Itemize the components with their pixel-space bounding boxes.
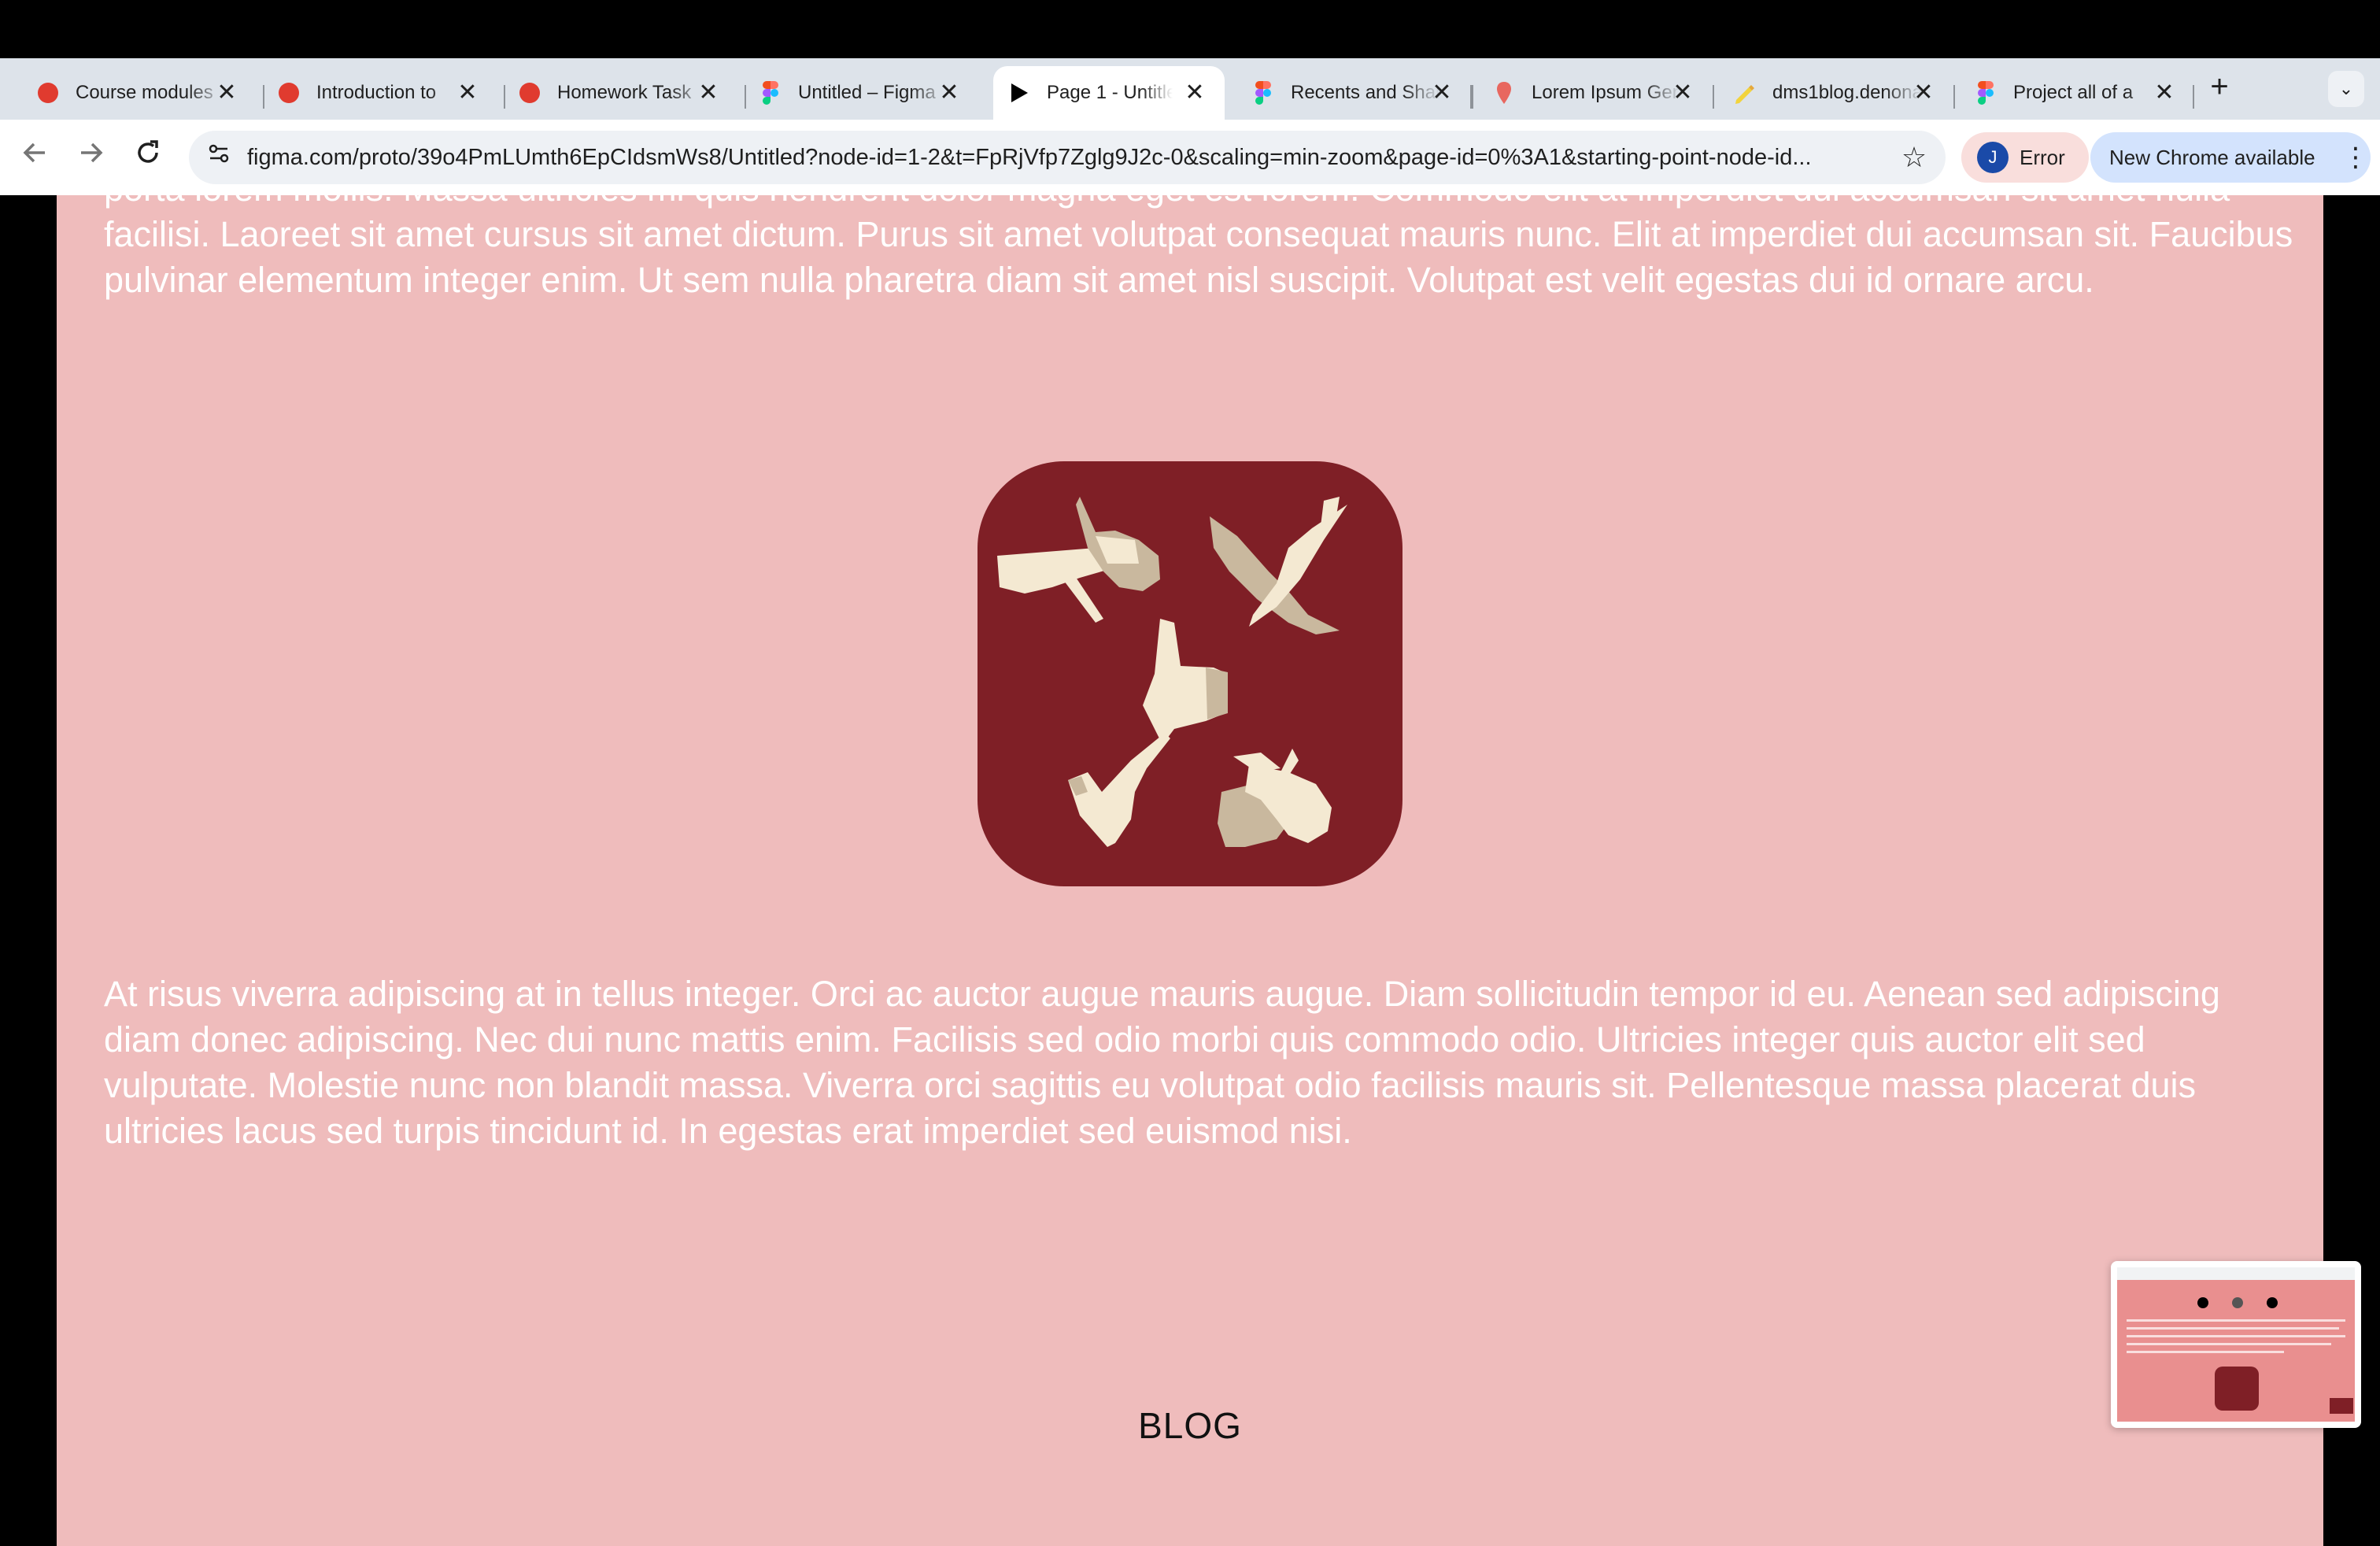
close-icon[interactable]: ✕ (1913, 81, 1935, 105)
back-button[interactable] (16, 139, 54, 176)
reload-icon (138, 140, 158, 163)
tab-title: Page 1 - Untitled (1047, 82, 1173, 103)
tab-search-button[interactable]: ⌄ (2328, 71, 2364, 107)
tab-title: Introduction to (316, 82, 437, 103)
pointing-hand-icon (997, 497, 1160, 623)
avatar: J (1977, 142, 2009, 173)
tab-project[interactable]: Project all of a ✕ (1950, 66, 2194, 120)
navigator-preview-chrome (2117, 1267, 2355, 1280)
tab-divider (2193, 85, 2194, 109)
close-icon[interactable]: ✕ (697, 81, 719, 105)
navigator-viewport-marker (2330, 1398, 2353, 1414)
pointing-diagonal-hand-icon (1068, 733, 1170, 847)
red-blob-icon (518, 81, 541, 105)
more-menu-icon[interactable]: ⋮ (2342, 143, 2369, 172)
site-info-icon[interactable] (203, 142, 235, 173)
body-paragraph-top: porta lorem mollis. Massa ultricies mi q… (104, 195, 2293, 300)
figma-icon (1251, 81, 1275, 105)
tab-homework[interactable]: Homework Task ✕ (494, 66, 738, 120)
profile-button[interactable]: J Error (1961, 132, 2089, 183)
navigator-dot (2197, 1297, 2208, 1308)
close-icon[interactable]: ✕ (1184, 81, 1206, 105)
red-blob-icon (36, 81, 60, 105)
close-icon[interactable]: ✕ (456, 81, 479, 105)
tab-course-modules[interactable]: Course modules ✕ (13, 66, 257, 120)
red-blob-icon (277, 81, 301, 105)
tab-title: Project all of a (2013, 82, 2134, 103)
pencil-icon (1733, 81, 1757, 105)
figma-icon (1974, 81, 1998, 105)
tab-page-1-active[interactable]: Page 1 - Untitled ✕ (993, 66, 1225, 120)
hand-gestures-logo (978, 461, 1402, 886)
tab-untitled-figma[interactable]: Untitled – Figma ✕ (735, 66, 979, 120)
tab-title: Lorem Ipsum Generator (1532, 82, 1681, 103)
thumbs-up-icon (1143, 619, 1228, 745)
close-icon[interactable]: ✕ (1672, 81, 1694, 105)
navigator-preview (2117, 1267, 2355, 1422)
crossed-hands-icon (1210, 497, 1347, 634)
close-icon[interactable]: ✕ (1431, 81, 1453, 105)
tab-title: Recents and Sharing (1291, 82, 1440, 103)
forward-button[interactable] (72, 139, 110, 176)
new-tab-button[interactable]: + (2204, 71, 2235, 102)
chrome-update-button[interactable]: New Chrome available ⋮ (2090, 132, 2371, 183)
address-bar[interactable]: figma.com/proto/39o4PmLUmth6EpCIdsmWs8/U… (189, 131, 1946, 184)
navigator-text-line (2127, 1351, 2284, 1353)
update-label: New Chrome available (2109, 145, 2315, 169)
prototype-frame: porta lorem mollis. Massa ultricies mi q… (57, 195, 2323, 1546)
tab-title: Untitled – Figma (798, 82, 936, 103)
body-paragraph-bottom: At risus viverra adipiscing at in tellus… (104, 974, 2220, 1151)
navigator-text-line (2127, 1343, 2331, 1345)
navigator-text-line (2127, 1327, 2339, 1330)
prototype-navigator[interactable] (2111, 1261, 2361, 1428)
profile-status-label: Error (2020, 145, 2065, 169)
tab-dms1blog[interactable]: dms1blog.denona ✕ (1709, 66, 1953, 120)
navigator-text-line (2127, 1335, 2345, 1337)
navigator-dot (2267, 1297, 2278, 1308)
browser-toolbar: figma.com/proto/39o4PmLUmth6EpCIdsmWs8/U… (0, 120, 2380, 195)
arrow-right-icon (81, 142, 103, 163)
navigator-text-line (2127, 1319, 2345, 1322)
reload-button[interactable] (129, 139, 167, 176)
navigator-logo (2215, 1367, 2259, 1411)
tab-strip: Course modules ✕ Introduction to ✕ Homew… (0, 58, 2380, 120)
pin-icon (1492, 81, 1516, 105)
bookmark-star-icon[interactable]: ☆ (1895, 139, 1933, 176)
url-text[interactable]: figma.com/proto/39o4PmLUmth6EpCIdsmWs8/U… (247, 131, 1845, 184)
tab-title: Course modules (76, 82, 213, 103)
tab-recents-sharing[interactable]: Recents and Sharing ✕ (1228, 66, 1472, 120)
tab-lorem-ipsum[interactable]: Lorem Ipsum Generator ✕ (1469, 66, 1713, 120)
interlocked-hands-icon (1218, 749, 1332, 847)
figma-icon (759, 81, 782, 105)
close-icon[interactable]: ✕ (938, 81, 960, 105)
close-icon[interactable]: ✕ (216, 81, 238, 105)
screen-top-bezel (0, 0, 2380, 58)
close-icon[interactable]: ✕ (2153, 81, 2175, 105)
tab-divider (1472, 85, 1473, 109)
tab-title: dms1blog.denona (1772, 82, 1922, 103)
navigator-dot (2232, 1297, 2243, 1308)
play-icon (1007, 81, 1031, 105)
tab-introduction[interactable]: Introduction to ✕ (253, 66, 497, 120)
blog-link[interactable]: BLOG (57, 1404, 2323, 1447)
arrow-left-icon (23, 142, 45, 163)
page-viewport: porta lorem mollis. Massa ultricies mi q… (0, 195, 2380, 1546)
tab-title: Homework Task (557, 82, 692, 103)
